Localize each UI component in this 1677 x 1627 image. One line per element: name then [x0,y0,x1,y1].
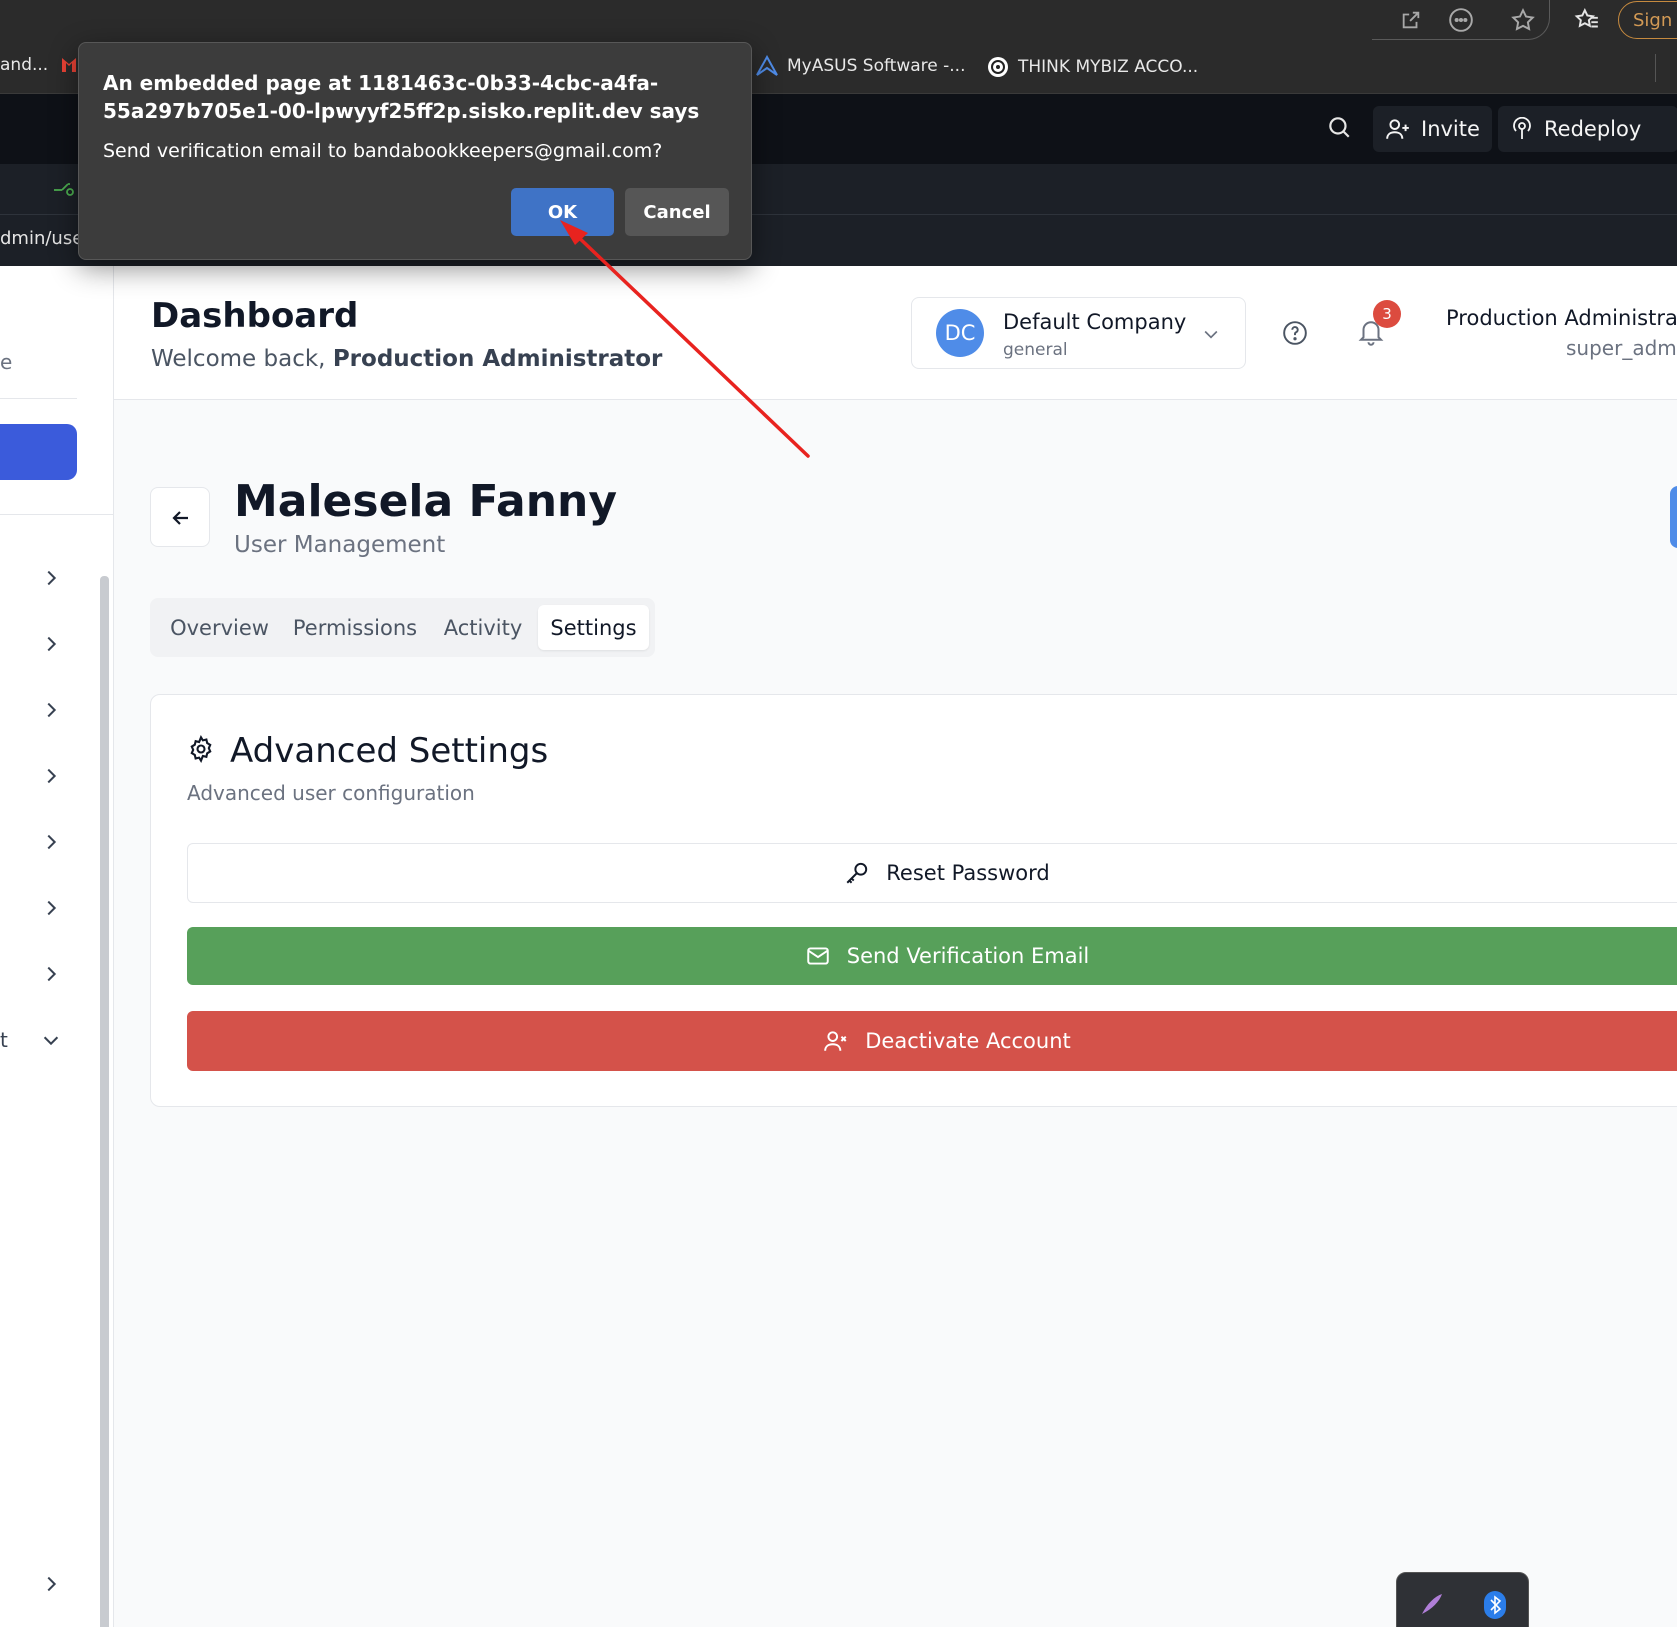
chevron-right-icon[interactable] [40,1573,62,1595]
invite-button[interactable]: Invite [1373,106,1492,152]
app-header: Dashboard Welcome back, Production Admin… [114,266,1677,400]
chevron-down-icon[interactable] [40,1029,62,1051]
bookmark-label: MyASUS Software -... [787,56,966,76]
chevron-right-icon[interactable] [40,963,62,985]
deploy-icon [1513,117,1531,139]
chevron-right-icon[interactable] [40,765,62,787]
cancel-button[interactable]: Cancel [625,188,729,236]
ok-button[interactable]: OK [511,188,614,236]
confirm-dialog: An embedded page at 1181463c-0b33-4cbc-a… [78,42,752,260]
welcome-name: Production Administrator [332,346,663,372]
chevron-right-icon[interactable] [40,897,62,919]
open-external-icon[interactable] [1397,6,1425,34]
reset-password-label: Reset Password [886,861,1050,885]
bookmark-item[interactable]: and... [0,55,48,75]
tab-activity[interactable]: Activity [428,605,538,650]
chevron-right-icon[interactable] [40,567,62,589]
sidebar-divider [0,398,77,399]
card-title: Advanced Settings [230,731,549,771]
tab-permissions[interactable]: Permissions [287,605,423,650]
git-branch-icon[interactable] [52,178,76,202]
notification-badge: 3 [1373,300,1401,328]
tab-settings[interactable]: Settings [538,605,649,650]
gear-icon [187,735,215,763]
current-user-role: super_admi [1566,336,1677,360]
chevron-right-icon[interactable] [40,699,62,721]
reset-password-button[interactable]: Reset Password [187,843,1677,903]
bluetooth-icon[interactable] [1484,1591,1506,1619]
card-subtitle: Advanced user configuration [187,781,475,805]
sidebar-scrollbar[interactable] [100,576,109,1627]
tab-overview[interactable]: Overview [157,605,282,650]
company-selector[interactable]: DC Default Company general [911,297,1246,369]
favorites-icon[interactable] [1573,6,1601,34]
send-verification-email-button[interactable]: Send Verification Email [187,927,1677,985]
welcome-prefix: Welcome back, [151,346,333,372]
dialog-title: An embedded page at 1181463c-0b33-4cbc-a… [103,71,700,123]
current-user-name[interactable]: Production Administrato [1446,306,1677,330]
sidebar-text-fragment: t [0,1028,8,1052]
page-title: Dashboard [151,296,359,336]
app-sidebar: e t [0,266,114,1627]
invite-label: Invite [1421,117,1480,141]
user-x-icon [824,1031,847,1051]
send-verification-label: Send Verification Email [846,944,1090,968]
bookmark-label: and... [0,55,49,75]
bookmark-myasus[interactable]: MyASUS Software -... [755,55,965,77]
sidebar-divider [0,514,114,515]
deactivate-account-label: Deactivate Account [865,1029,1071,1053]
bookmark-thinkmybiz[interactable]: THINK MYBIZ ACCO... [986,55,1198,79]
help-icon[interactable] [1282,320,1308,346]
company-name: Default Company [1003,310,1187,334]
star-icon[interactable] [1509,6,1537,34]
welcome-text: Welcome back, Production Administrator [151,346,662,372]
feather-icon[interactable] [1417,1589,1447,1619]
advanced-settings-card: Advanced Settings Advanced user configur… [150,694,1677,1107]
chevron-right-icon[interactable] [40,633,62,655]
dialog-message: Send verification email to bandabookkeep… [103,140,663,162]
company-type: general [1003,340,1068,360]
arrow-left-icon [172,511,188,525]
sidebar-active-item[interactable] [0,424,77,480]
sign-in-button[interactable]: Sign i [1618,1,1677,39]
search-icon[interactable] [1326,114,1354,142]
user-tabs: Overview Permissions Activity Settings [150,598,655,657]
more-options-icon[interactable] [1447,6,1475,34]
sidebar-text-fragment: e [0,350,13,374]
bookmark-label: THINK MYBIZ ACCO... [1018,57,1199,77]
chevron-down-icon [1201,324,1221,344]
key-icon [846,862,868,884]
gmail-icon[interactable] [62,54,76,74]
openai-icon [988,57,1008,77]
system-tray-popup [1396,1572,1529,1627]
user-detail-title: Malesela Fanny [234,476,618,527]
add-user-icon [1386,119,1409,139]
company-avatar: DC [936,309,984,357]
scrollbar-thumb[interactable] [100,576,109,1627]
user-detail-subtitle: User Management [234,532,446,558]
browser-toolbar: Sign i [0,0,1677,40]
mail-icon [807,947,829,965]
back-button[interactable] [150,487,210,547]
deactivate-account-button[interactable]: Deactivate Account [187,1011,1677,1071]
bookmarks-divider [1655,54,1656,82]
edit-button-partial[interactable] [1670,486,1677,548]
redeploy-button[interactable]: Redeploy [1498,106,1677,152]
redeploy-label: Redeploy [1544,117,1642,141]
myasus-icon [756,55,778,76]
chevron-right-icon[interactable] [40,831,62,853]
